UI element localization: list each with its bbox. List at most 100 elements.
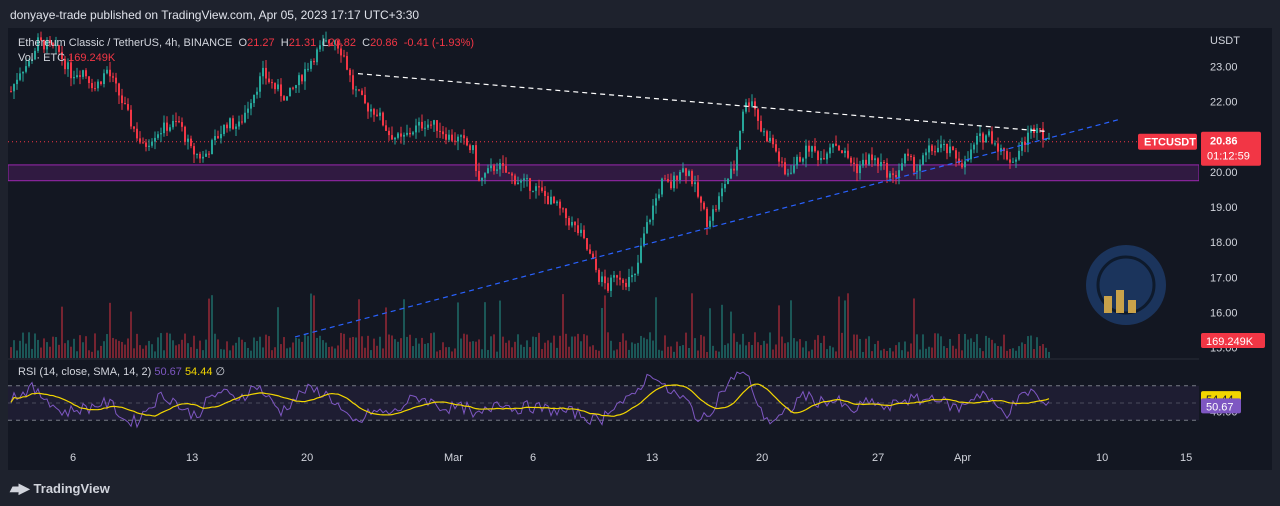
price-tick-label: 17.00 [1210, 272, 1238, 284]
volume-bar [562, 294, 564, 358]
candle-body [370, 109, 372, 112]
candle-body [793, 165, 795, 173]
volume-bar [946, 348, 948, 358]
candle-body [487, 168, 489, 174]
volume-bar [874, 344, 876, 358]
candle-body [613, 275, 615, 278]
volume-bar [970, 338, 972, 358]
candle-body [574, 221, 576, 226]
candle-body [364, 94, 366, 104]
volume-bar [715, 350, 717, 358]
candle-body [637, 262, 639, 274]
candle-body [817, 151, 819, 161]
volume-bar [22, 332, 24, 358]
candle-body [733, 168, 735, 171]
volume-bar [193, 335, 195, 358]
volume-bar [832, 347, 834, 358]
candle-body [148, 145, 150, 147]
volume-bar [772, 349, 774, 358]
volume-bar [1033, 349, 1035, 358]
candle-body [232, 118, 234, 129]
volume-bar [304, 334, 306, 358]
candle-body [805, 145, 807, 159]
volume-bar [547, 340, 549, 358]
volume-bar [1009, 348, 1011, 358]
volume-bar [445, 347, 447, 358]
volume-bar [283, 337, 285, 358]
volume-bar [16, 350, 18, 358]
candle-body [844, 150, 846, 153]
volume-bar [97, 350, 99, 358]
time-axis-label: 6 [530, 452, 536, 464]
candle-body [868, 154, 870, 165]
volume-bar [202, 350, 204, 358]
open-label: O [238, 37, 248, 49]
volume-bar [778, 305, 780, 358]
volume-bar [910, 343, 912, 358]
candle-body [643, 233, 645, 246]
volume-bar [952, 345, 954, 358]
candle-body [355, 89, 357, 91]
candle-body [745, 102, 747, 112]
volume-bar [232, 345, 234, 358]
candle-body [421, 121, 423, 129]
volume-bar [349, 337, 351, 358]
volume-bar [646, 339, 648, 358]
candle-body [562, 208, 564, 210]
candle-body [139, 138, 141, 143]
volume-bar [136, 333, 138, 358]
rsi-value: 50.67 [154, 366, 182, 378]
volume-bar [643, 337, 645, 358]
candle-body [952, 146, 954, 151]
tradingview-footer[interactable]: ▰▶ TradingView [10, 478, 110, 498]
candle-body [499, 163, 501, 170]
volume-bar [346, 349, 348, 358]
volume-bar [529, 347, 531, 358]
candle-body [79, 75, 81, 77]
volume-bar [805, 341, 807, 358]
candle-body [253, 94, 255, 104]
volume-bar [556, 347, 558, 358]
candle-body [154, 137, 156, 142]
trendline-lower [294, 118, 1121, 338]
volume-bar [550, 342, 552, 358]
price-chart-panel[interactable]: ETCUSDT [8, 28, 1199, 358]
candle-body [712, 209, 714, 221]
candle-body [796, 156, 798, 166]
candle-body [16, 79, 18, 85]
candle-body [604, 276, 606, 284]
candle-body [763, 131, 765, 133]
volume-bar [739, 344, 741, 358]
candle-body [907, 153, 909, 156]
low-value: 20.82 [328, 37, 356, 49]
volume-bar [958, 334, 960, 358]
volume-bar [436, 351, 438, 358]
candle-body [727, 178, 729, 185]
candle-body [82, 70, 84, 77]
candle-body [256, 91, 258, 95]
candle-body [373, 109, 375, 115]
volume-bar [454, 348, 456, 358]
candle-body [970, 149, 972, 160]
candle-body [25, 66, 27, 72]
time-axis[interactable]: 6 13 20 Mar 6 13 20 27 Apr 10 15 [8, 446, 1272, 470]
candle-body [439, 130, 441, 132]
candle-body [85, 70, 87, 77]
candle-body [754, 101, 756, 110]
candle-body [940, 144, 942, 148]
volume-bar [730, 311, 732, 358]
volume-bar [601, 307, 603, 358]
volume-bar [139, 345, 141, 358]
volume-bar [943, 346, 945, 358]
volume-bar [664, 335, 666, 358]
candle-body [118, 83, 120, 96]
volume-bar [100, 345, 102, 358]
volume-bar [703, 336, 705, 358]
candle-body [736, 149, 738, 171]
volume-bar [424, 343, 426, 358]
volume-bar [157, 337, 159, 358]
price-axis[interactable]: USDT23.0022.0021.0020.0019.0018.0017.001… [1199, 28, 1272, 446]
time-axis-svg: 6 13 20 Mar 6 13 20 27 Apr 10 15 [70, 452, 1192, 464]
candle-body [904, 153, 906, 164]
candle-body [481, 177, 483, 181]
